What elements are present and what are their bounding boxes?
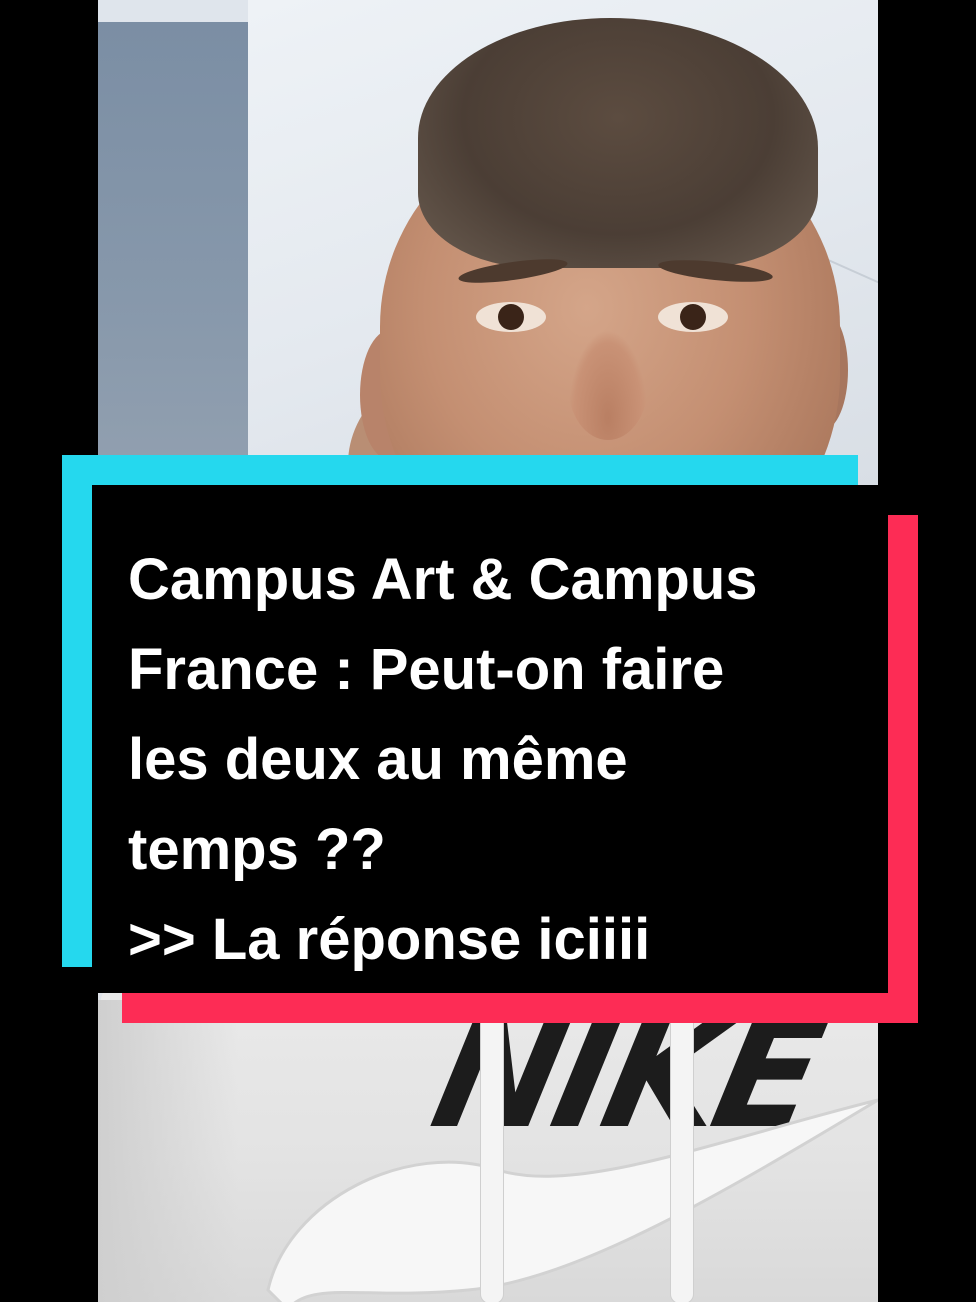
- hoodie-drawstring-right: [670, 1000, 694, 1302]
- hoodie-drawstring-left: [480, 1000, 504, 1302]
- hoodie-shadow: [98, 1000, 238, 1302]
- person-nose: [568, 330, 648, 440]
- caption-line-4: temps ??: [128, 817, 386, 882]
- background-window-panel: [98, 22, 248, 482]
- video-frame[interactable]: NIKE Campus Art & Campus France : Peut-o…: [0, 0, 976, 1302]
- caption-line-5: >> La réponse iciiii: [128, 907, 651, 972]
- hoodie-swoosh-logo-icon: [266, 1098, 878, 1302]
- person-eye-left: [476, 302, 546, 332]
- caption-line-2: France : Peut-on faire: [128, 637, 725, 702]
- caption-line-1: Campus Art & Campus: [128, 547, 758, 612]
- person-eye-right: [658, 302, 728, 332]
- caption-box: Campus Art & Campus France : Peut-on fai…: [92, 485, 888, 993]
- caption-line-3: les deux au même: [128, 727, 628, 792]
